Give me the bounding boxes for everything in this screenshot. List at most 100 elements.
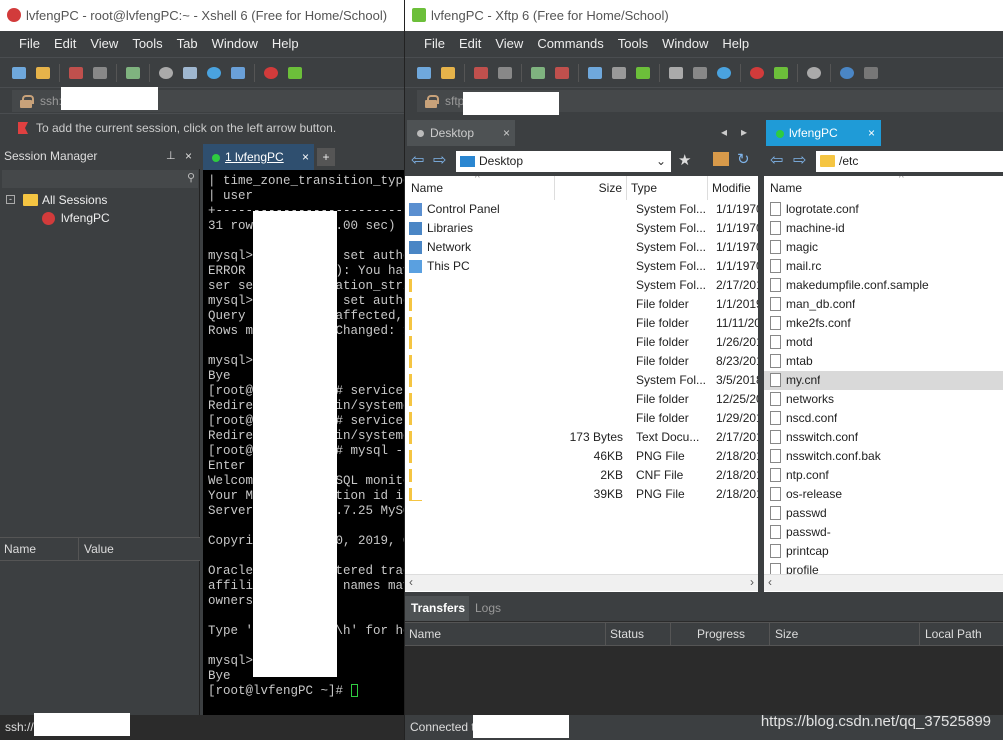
table-row[interactable]: nscd.conf — [764, 409, 1003, 428]
add-tab-button[interactable]: + — [317, 148, 335, 166]
menu-view[interactable]: View — [488, 31, 530, 57]
scroll-right-icon[interactable]: ▸ — [741, 125, 747, 139]
col-name[interactable]: Name — [764, 176, 1003, 200]
globe-icon[interactable] — [203, 62, 225, 84]
tab-lvfengpc[interactable]: lvfengPC × — [766, 120, 881, 146]
tab-desktop[interactable]: Desktop × — [407, 120, 515, 146]
table-row[interactable]: mtab — [764, 352, 1003, 371]
table-row[interactable]: magic — [764, 238, 1003, 257]
xshell-logo-icon[interactable] — [746, 62, 768, 84]
col-name[interactable]: Name — [405, 176, 555, 200]
collapse-icon[interactable]: - — [6, 195, 15, 204]
xftp-icon[interactable] — [770, 62, 792, 84]
table-row[interactable]: nsswitch.conf — [764, 428, 1003, 447]
menu-view[interactable]: View — [83, 31, 125, 57]
menu-file[interactable]: File — [12, 31, 47, 57]
col-value[interactable]: Value — [84, 538, 114, 560]
col-size[interactable]: Size — [775, 623, 798, 645]
menu-window[interactable]: Window — [205, 31, 265, 57]
upload-icon[interactable] — [584, 62, 606, 84]
menu-edit[interactable]: Edit — [47, 31, 83, 57]
home-icon[interactable] — [713, 152, 729, 166]
download-icon[interactable] — [608, 62, 630, 84]
back-icon[interactable]: ⇦ — [770, 150, 783, 170]
col-status[interactable]: Status — [610, 623, 644, 645]
remote-path-combo[interactable]: /etc — [816, 151, 1003, 172]
menu-tools[interactable]: Tools — [611, 31, 655, 57]
table-row[interactable]: This PC System Fol... 1/1/1970 — [405, 257, 758, 276]
table-row[interactable]: Control Panel System Fol... 1/1/1970 — [405, 200, 758, 219]
tab-close-icon[interactable]: × — [868, 120, 875, 146]
flag-icon[interactable] — [18, 122, 28, 134]
xftp-icon[interactable] — [284, 62, 306, 84]
menu-tab[interactable]: Tab — [170, 31, 205, 57]
table-row[interactable]: man_db.conf — [764, 295, 1003, 314]
col-type[interactable]: Type — [627, 176, 708, 200]
xshell-logo-icon[interactable] — [260, 62, 282, 84]
table-row[interactable]: my.cnf — [764, 371, 1003, 390]
forward-icon[interactable]: ⇨ — [793, 150, 806, 170]
scroll-left-icon[interactable]: ‹ — [768, 575, 772, 589]
table-row[interactable]: mail.rc — [764, 257, 1003, 276]
table-row[interactable]: nsswitch.conf.bak — [764, 447, 1003, 466]
menu-window[interactable]: Window — [655, 31, 715, 57]
table-row[interactable]: printcap — [764, 542, 1003, 561]
scroll-left-icon[interactable]: ◂ — [721, 125, 727, 139]
font-icon[interactable] — [227, 62, 249, 84]
session-filter-input[interactable]: ⚲ — [2, 170, 198, 188]
col-name[interactable]: Name — [409, 623, 441, 645]
table-row[interactable]: motd — [764, 333, 1003, 352]
table-row[interactable]: ntp.conf — [764, 466, 1003, 485]
menu-commands[interactable]: Commands — [530, 31, 610, 57]
star-icon[interactable]: ★ — [678, 151, 691, 169]
menu-help[interactable]: Help — [265, 31, 306, 57]
tab-logs[interactable]: Logs — [475, 596, 501, 621]
open-folder-icon[interactable] — [32, 62, 54, 84]
play-icon[interactable] — [551, 62, 573, 84]
chat-icon[interactable] — [860, 62, 882, 84]
transfer-icon[interactable] — [179, 62, 201, 84]
new-session-icon[interactable] — [413, 62, 435, 84]
tree-item-lvfengpc[interactable]: lvfengPC — [4, 209, 194, 227]
table-row[interactable]: os-release — [764, 485, 1003, 504]
tab-lvfengpc[interactable]: 1 lvfengPC × — [203, 144, 314, 170]
table-row[interactable]: networks — [764, 390, 1003, 409]
pin-icon[interactable]: ⊥ — [166, 143, 176, 169]
horizontal-scrollbar[interactable]: ‹ — [764, 574, 1003, 591]
table-row[interactable]: makedumpfile.conf.sample — [764, 276, 1003, 295]
chevron-down-icon[interactable]: ⌄ — [656, 151, 666, 172]
properties-icon[interactable] — [527, 62, 549, 84]
menu-edit[interactable]: Edit — [452, 31, 488, 57]
col-modified[interactable]: Modifie — [708, 176, 758, 200]
pane-splitter[interactable] — [758, 146, 764, 592]
horizontal-scrollbar[interactable]: ‹ › — [405, 574, 758, 591]
scroll-right-icon[interactable]: › — [750, 575, 754, 589]
col-size[interactable]: Size — [555, 176, 627, 200]
table-row[interactable]: Libraries System Fol... 1/1/1970 — [405, 219, 758, 238]
local-path-combo[interactable]: Desktop ⌄ — [456, 151, 671, 172]
connect-icon[interactable] — [65, 62, 87, 84]
tab-close-icon[interactable]: × — [503, 120, 510, 146]
copy-icon[interactable] — [665, 62, 687, 84]
table-row[interactable]: mke2fs.conf — [764, 314, 1003, 333]
menu-help[interactable]: Help — [715, 31, 756, 57]
globe-icon[interactable] — [713, 62, 735, 84]
tab-close-icon[interactable]: × — [302, 144, 309, 170]
gear-icon[interactable] — [803, 62, 825, 84]
close-icon[interactable]: × — [185, 143, 192, 169]
col-progress[interactable]: Progress — [697, 623, 745, 645]
table-row[interactable]: passwd — [764, 504, 1003, 523]
tab-transfers[interactable]: Transfers — [405, 596, 469, 621]
table-row[interactable]: passwd- — [764, 523, 1003, 542]
refresh-icon[interactable]: ↻ — [737, 150, 750, 168]
scroll-left-icon[interactable]: ‹ — [409, 575, 413, 589]
disconnect-icon[interactable] — [89, 62, 111, 84]
menu-tools[interactable]: Tools — [125, 31, 169, 57]
table-row[interactable]: Network System Fol... 1/1/1970 — [405, 238, 758, 257]
back-icon[interactable]: ⇦ — [411, 150, 424, 170]
col-local-path[interactable]: Local Path — [925, 623, 982, 645]
properties-icon[interactable] — [122, 62, 144, 84]
forward-icon[interactable]: ⇨ — [433, 150, 446, 170]
disconnect-icon[interactable] — [494, 62, 516, 84]
col-name[interactable]: Name — [4, 538, 36, 560]
